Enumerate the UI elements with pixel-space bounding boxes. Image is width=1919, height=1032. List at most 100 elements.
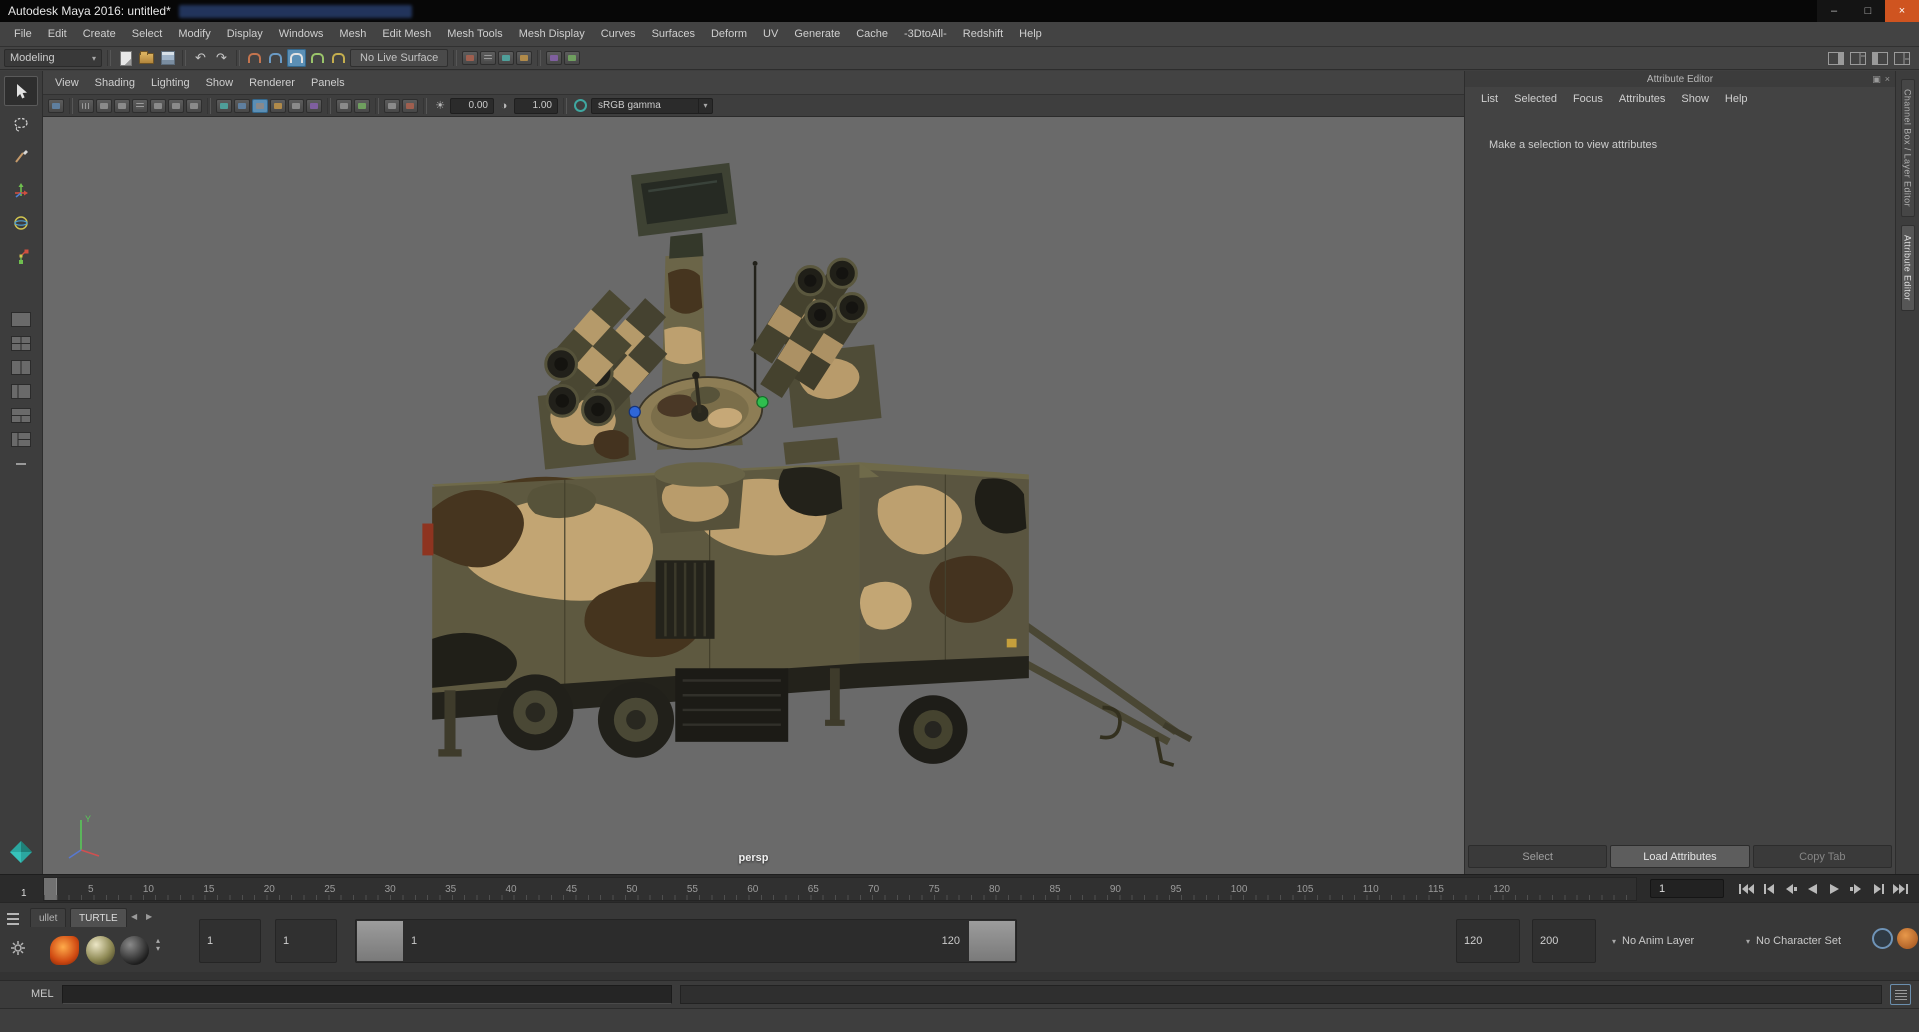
maximize-button[interactable]: □ <box>1851 0 1885 22</box>
render-view-icon[interactable] <box>462 51 479 65</box>
attribute-editor-title-bar[interactable]: Attribute Editor ▣ × <box>1465 71 1895 87</box>
panel-menu-shading[interactable]: Shading <box>87 77 143 89</box>
menu-cache[interactable]: Cache <box>848 28 896 40</box>
make-live-icon[interactable] <box>329 49 348 67</box>
attribute-editor-toggle-icon[interactable] <box>1849 51 1867 66</box>
resolution-gate-icon[interactable] <box>114 98 130 113</box>
save-scene-icon[interactable] <box>158 49 177 67</box>
motion-blur-icon[interactable] <box>336 98 352 113</box>
menu-edit-mesh[interactable]: Edit Mesh <box>374 28 439 40</box>
hypershade-icon[interactable] <box>546 51 563 65</box>
screen-space-ao-icon[interactable] <box>306 98 322 113</box>
menu-deform[interactable]: Deform <box>703 28 755 40</box>
multisample-icon[interactable] <box>354 98 370 113</box>
shelf-tab-bullet[interactable]: ullet <box>30 908 67 927</box>
camera-select-icon[interactable] <box>48 98 64 113</box>
gamma-field[interactable]: 1.00 <box>514 97 558 114</box>
menu-uv[interactable]: UV <box>755 28 786 40</box>
shelf-item-dark-sphere-icon[interactable] <box>120 936 149 965</box>
light-editor-icon[interactable] <box>564 51 581 65</box>
field-chart-icon[interactable] <box>150 98 166 113</box>
current-time-field[interactable]: 1 <box>1650 879 1724 898</box>
exposure-field[interactable]: 0.00 <box>450 97 494 114</box>
panel-menu-show[interactable]: Show <box>198 77 242 89</box>
command-result-field[interactable] <box>680 985 1882 1004</box>
isolate-select-icon[interactable] <box>384 98 400 113</box>
ae-menu-attributes[interactable]: Attributes <box>1611 93 1673 105</box>
menu-windows[interactable]: Windows <box>271 28 332 40</box>
menu-select[interactable]: Select <box>124 28 171 40</box>
tool-settings-toggle-icon[interactable] <box>1871 51 1889 66</box>
textured-icon[interactable] <box>252 98 268 113</box>
tab-attribute-editor[interactable]: Attribute Editor <box>1900 224 1915 311</box>
redo-icon[interactable]: ↷ <box>212 49 231 67</box>
time-slider-playhead[interactable] <box>44 878 57 900</box>
step-back-frame-button[interactable] <box>1758 878 1779 900</box>
color-management-toggle-icon[interactable] <box>574 99 587 112</box>
model-sam-missile-trailer[interactable] <box>415 158 1213 786</box>
menu-3dtoall[interactable]: -3DtoAll- <box>896 28 955 40</box>
menu-generate[interactable]: Generate <box>786 28 848 40</box>
shelf-prev-icon[interactable]: ◀ <box>131 912 137 921</box>
menu-display[interactable]: Display <box>219 28 271 40</box>
load-attributes-button[interactable]: Load Attributes <box>1610 845 1750 868</box>
undo-icon[interactable]: ↶ <box>191 49 210 67</box>
select-button[interactable]: Select <box>1468 845 1608 868</box>
layout-side-column-button[interactable] <box>6 381 36 402</box>
menu-set-dropdown[interactable]: Modeling ▾ <box>4 49 102 67</box>
shelf-next-icon[interactable]: ▶ <box>146 912 152 921</box>
grid-icon[interactable] <box>78 98 94 113</box>
range-end-handle[interactable] <box>969 921 1015 961</box>
go-to-start-button[interactable] <box>1736 878 1757 900</box>
ae-menu-focus[interactable]: Focus <box>1565 93 1611 105</box>
layout-single-pane-button[interactable] <box>6 309 36 330</box>
menu-help[interactable]: Help <box>1011 28 1050 40</box>
menu-surfaces[interactable]: Surfaces <box>644 28 703 40</box>
layout-four-pane-button[interactable] <box>6 333 36 354</box>
shelf-tab-turtle[interactable]: TURTLE <box>70 908 127 927</box>
animation-preferences-icon[interactable] <box>1897 928 1918 949</box>
live-surface-field[interactable]: No Live Surface <box>350 49 449 67</box>
snap-to-curve-icon[interactable] <box>266 49 285 67</box>
menu-redshift[interactable]: Redshift <box>955 28 1011 40</box>
spin-down-icon[interactable]: ▾ <box>156 945 160 953</box>
menu-curves[interactable]: Curves <box>593 28 644 40</box>
panel-menu-view[interactable]: View <box>47 77 87 89</box>
gear-icon[interactable] <box>11 941 25 958</box>
menu-create[interactable]: Create <box>75 28 124 40</box>
close-button[interactable]: × <box>1885 0 1919 22</box>
time-slider[interactable]: 5 10 15 20 25 30 35 40 45 50 55 60 65 70 75 80 85 90 95 100… <box>43 877 1637 901</box>
panel-menu-lighting[interactable]: Lighting <box>143 77 198 89</box>
color-space-dropdown[interactable]: sRGB gamma ▾ <box>591 97 713 114</box>
ae-menu-help[interactable]: Help <box>1717 93 1756 105</box>
step-forward-frame-button[interactable] <box>1868 878 1889 900</box>
viewport[interactable]: Y persp <box>43 117 1464 874</box>
layout-two-pane-button[interactable] <box>6 357 36 378</box>
shelf-item-bullet-icon[interactable] <box>50 936 79 965</box>
layout-three-pane-button[interactable] <box>6 405 36 426</box>
move-tool-button[interactable] <box>4 175 38 205</box>
command-line-language-toggle[interactable]: MEL <box>31 988 54 1000</box>
step-back-key-button[interactable] <box>1780 878 1801 900</box>
modeling-toolkit-toggle-icon[interactable] <box>1827 51 1845 66</box>
gate-mask-icon[interactable] <box>132 98 148 113</box>
close-icon[interactable]: × <box>1885 74 1890 84</box>
character-set-dropdown[interactable]: ▾ No Character Set <box>1742 919 1866 963</box>
panel-menu-renderer[interactable]: Renderer <box>241 77 303 89</box>
ae-menu-show[interactable]: Show <box>1673 93 1717 105</box>
animation-end-field[interactable]: 200 <box>1532 919 1596 963</box>
script-editor-icon[interactable] <box>1890 984 1911 1005</box>
playback-end-field[interactable]: 120 <box>1456 919 1520 963</box>
auto-keyframe-icon[interactable] <box>1872 928 1893 949</box>
range-start-handle[interactable] <box>357 921 403 961</box>
lasso-tool-button[interactable] <box>4 109 38 139</box>
go-to-end-button[interactable] <box>1890 878 1911 900</box>
render-settings-icon[interactable] <box>516 51 533 65</box>
use-all-lights-icon[interactable] <box>270 98 286 113</box>
menu-mesh-tools[interactable]: Mesh Tools <box>439 28 510 40</box>
wireframe-icon[interactable] <box>216 98 232 113</box>
shaded-icon[interactable] <box>234 98 250 113</box>
menu-edit[interactable]: Edit <box>40 28 75 40</box>
dock-icon[interactable]: ▣ <box>1872 74 1881 85</box>
select-tool-button[interactable] <box>4 76 38 106</box>
